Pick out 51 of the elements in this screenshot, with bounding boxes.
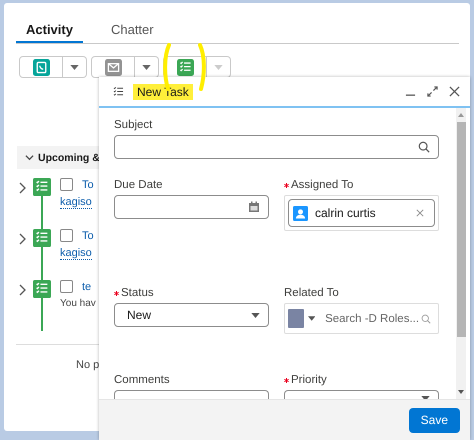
empty-message: No p xyxy=(76,359,100,371)
related-lookup[interactable]: Search -D Roles... xyxy=(284,303,439,334)
chevron-icon[interactable] xyxy=(18,182,26,194)
email-button[interactable] xyxy=(91,56,135,78)
date-field[interactable] xyxy=(114,195,269,219)
field-label: Status xyxy=(121,287,154,299)
scroll-up-icon[interactable] xyxy=(458,113,464,117)
tab[interactable]: Chatter xyxy=(100,17,164,43)
highlight-stroke xyxy=(198,42,206,92)
field-label: Related To xyxy=(284,287,339,299)
caret-icon xyxy=(142,64,151,70)
task-link[interactable]: te xyxy=(82,280,92,292)
checkbox[interactable] xyxy=(60,229,73,242)
call-button[interactable] xyxy=(19,56,63,78)
search-icon xyxy=(421,312,431,324)
dropdown-button[interactable] xyxy=(135,56,159,78)
field-label: Priority xyxy=(291,374,327,386)
scrollbar[interactable] xyxy=(456,108,466,399)
checklist-icon xyxy=(112,85,125,98)
caret-icon xyxy=(214,64,223,70)
select-field[interactable]: New xyxy=(114,303,269,327)
caret-icon[interactable] xyxy=(308,316,316,321)
chevron-icon[interactable] xyxy=(18,284,26,296)
user-pill[interactable]: calrin curtis xyxy=(288,199,435,227)
chevron-icon[interactable] xyxy=(18,233,26,245)
scroll-down-icon[interactable] xyxy=(458,390,464,394)
field-label: Assigned To xyxy=(291,179,354,191)
field-label: Comments xyxy=(114,374,170,386)
field-label: Subject xyxy=(114,119,152,131)
search-icon xyxy=(418,141,430,153)
checkbox[interactable] xyxy=(60,178,73,191)
person-link[interactable]: kagiso xyxy=(60,247,92,260)
close-icon[interactable] xyxy=(449,86,460,97)
remove-icon[interactable] xyxy=(416,209,424,217)
save-button[interactable]: Save xyxy=(408,408,460,432)
task-link[interactable]: To xyxy=(82,230,94,242)
task-link[interactable]: To xyxy=(82,178,94,190)
calendar-icon xyxy=(248,201,260,213)
subject-field[interactable] xyxy=(114,135,439,159)
user-name: calrin curtis xyxy=(315,206,376,220)
tab[interactable]: Activity xyxy=(16,17,83,43)
checkbox[interactable] xyxy=(60,280,73,293)
user-icon xyxy=(293,206,308,220)
caret-icon xyxy=(70,64,79,70)
caret-icon xyxy=(251,312,260,318)
dropdown-button[interactable] xyxy=(63,56,87,78)
task-note: You hav xyxy=(60,298,96,309)
search-input[interactable]: Search -D Roles... xyxy=(325,312,422,324)
person-link[interactable]: kagiso xyxy=(60,196,92,209)
field-label: Due Date xyxy=(114,179,163,191)
expand-icon[interactable] xyxy=(427,86,438,97)
